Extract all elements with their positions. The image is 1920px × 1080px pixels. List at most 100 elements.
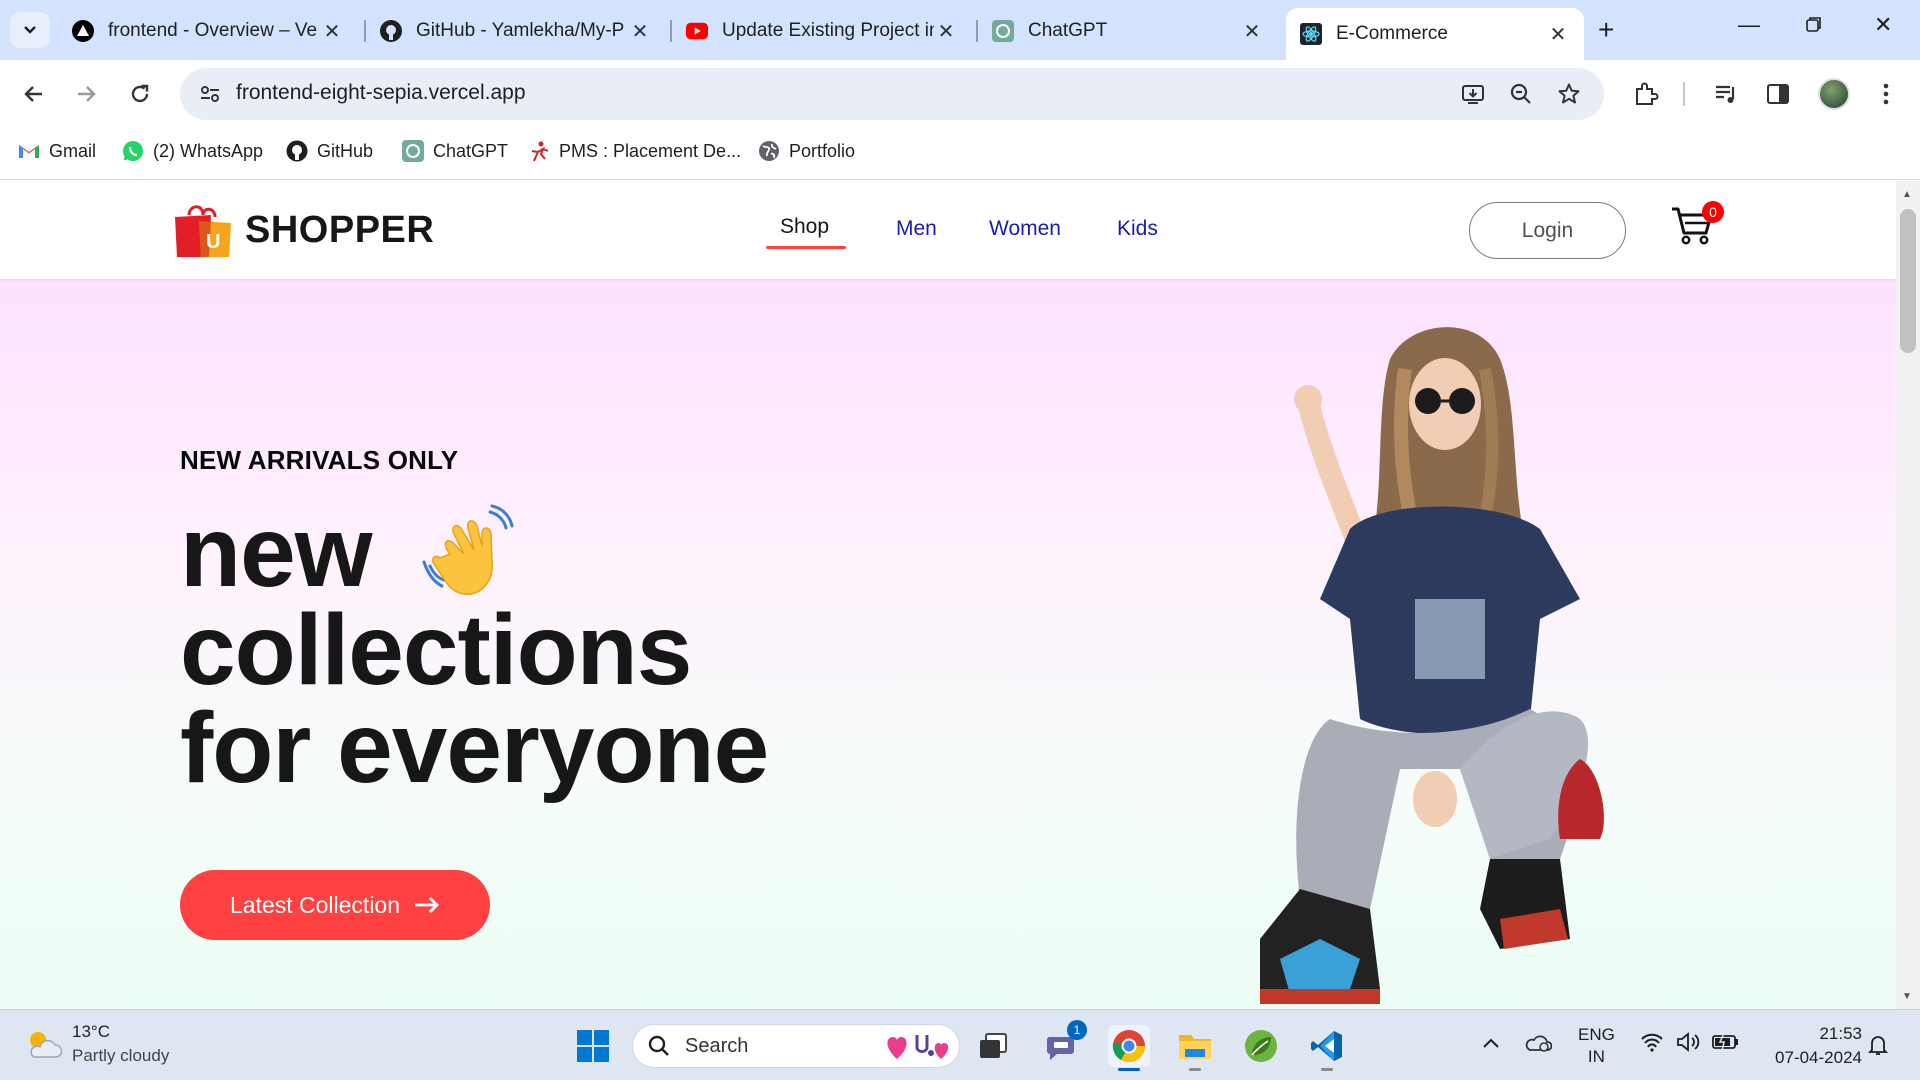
bookmark-label: ChatGPT <box>433 140 509 161</box>
new-tab-button[interactable]: + <box>1598 14 1614 46</box>
address-bar[interactable]: frontend-eight-sepia.vercel.app <box>180 68 1604 120</box>
logo-letter: U <box>206 231 221 253</box>
waving-hand-icon <box>420 504 520 604</box>
close-icon[interactable]: ✕ <box>628 19 652 44</box>
menu-item-men[interactable]: Men <box>896 217 937 241</box>
gmail-icon <box>18 140 40 162</box>
wifi-icon[interactable] <box>1640 1032 1664 1057</box>
bookmark-chatgpt[interactable]: ChatGPT <box>402 140 508 162</box>
close-window-button[interactable]: ✕ <box>1874 12 1892 38</box>
chrome-taskbar-button[interactable] <box>1108 1025 1150 1071</box>
hero-headline-line1: new <box>180 496 372 608</box>
chatgpt-icon <box>402 140 424 162</box>
teams-chat-button[interactable]: 1 <box>1040 1020 1087 1067</box>
media-control-icon[interactable] <box>1712 80 1740 108</box>
tab-title: Update Existing Project in <box>722 20 934 41</box>
youtube-icon <box>686 20 708 42</box>
bookmark-portfolio[interactable]: Portfolio <box>758 140 855 162</box>
tab-github[interactable]: GitHub - Yamlekha/My-P ✕ <box>366 10 666 52</box>
taskbar-search[interactable]: Search <box>632 1024 960 1068</box>
bookmark-whatsapp[interactable]: (2) WhatsApp <box>122 140 263 162</box>
file-explorer-button[interactable] <box>1174 1025 1216 1071</box>
start-button[interactable] <box>572 1025 614 1067</box>
login-button[interactable]: Login <box>1469 202 1626 259</box>
menu-item-shop[interactable]: Shop <box>780 215 829 239</box>
volume-icon[interactable] <box>1676 1032 1702 1057</box>
language-indicator[interactable]: ENG IN <box>1578 1024 1615 1068</box>
pms-icon <box>528 140 550 162</box>
close-icon[interactable]: ✕ <box>1240 19 1264 44</box>
spring-tool-button[interactable] <box>1240 1025 1282 1067</box>
minimize-button[interactable]: — <box>1738 12 1760 38</box>
bookmark-pms[interactable]: PMS : Placement De... <box>528 140 741 162</box>
bookmark-github[interactable]: GitHub <box>286 140 373 162</box>
restore-button[interactable] <box>1806 12 1822 38</box>
region-code: IN <box>1587 1047 1605 1066</box>
scroll-down-icon[interactable]: ▼ <box>1902 991 1912 1002</box>
github-icon <box>286 140 308 162</box>
github-icon <box>380 20 402 42</box>
notification-bell-icon[interactable] <box>1867 1034 1889 1061</box>
hero-eyebrow: NEW ARRIVALS ONLY <box>180 445 459 475</box>
onedrive-icon[interactable] <box>1524 1032 1553 1057</box>
arrow-left-icon <box>24 86 42 102</box>
cta-label: Latest Collection <box>229 891 401 918</box>
reload-button[interactable] <box>124 78 156 110</box>
scroll-up-icon[interactable]: ▲ <box>1902 189 1912 200</box>
weather-widget[interactable]: 13°C Partly cloudy <box>24 1020 169 1068</box>
bookmark-label: Gmail <box>49 140 97 161</box>
close-icon[interactable]: ✕ <box>934 19 958 44</box>
side-panel-icon[interactable] <box>1764 80 1792 108</box>
menu-item-women[interactable]: Women <box>989 217 1061 241</box>
tab-search-button[interactable] <box>10 12 50 48</box>
tab-ecommerce[interactable]: E-Commerce ✕ <box>1286 8 1584 60</box>
bookmark-label: (2) WhatsApp <box>153 140 264 161</box>
tab-vercel[interactable]: frontend - Overview – Ve ✕ <box>58 10 358 52</box>
vscode-button[interactable] <box>1306 1025 1348 1071</box>
site-logo[interactable]: U SHOPPER <box>173 201 434 259</box>
close-icon[interactable]: ✕ <box>1546 22 1570 47</box>
task-view-icon <box>980 1033 1007 1058</box>
bookmark-label: GitHub <box>317 140 374 161</box>
tab-title: ChatGPT <box>1028 20 1108 41</box>
restore-icon <box>1806 17 1821 32</box>
chatgpt-icon <box>992 20 1014 42</box>
shopping-bag-icon: U <box>173 201 233 259</box>
zoom-icon[interactable] <box>1508 81 1534 107</box>
install-app-icon[interactable] <box>1460 81 1486 107</box>
site-info-icon[interactable] <box>198 82 222 111</box>
show-hidden-icons-button[interactable] <box>1482 1034 1500 1054</box>
latest-collection-button[interactable]: Latest Collection <box>180 870 490 940</box>
scroll-thumb[interactable] <box>1900 209 1916 353</box>
tab-chatgpt[interactable]: ChatGPT ✕ <box>978 10 1278 52</box>
search-icon <box>648 1035 669 1056</box>
vercel-icon <box>72 20 94 42</box>
system-clock[interactable]: 21:53 07-04-2024 <box>1762 1022 1862 1070</box>
forward-button[interactable] <box>70 78 102 110</box>
tab-title: E-Commerce <box>1336 23 1448 44</box>
close-icon[interactable]: ✕ <box>320 19 344 44</box>
menu-item-kids[interactable]: Kids <box>1117 217 1158 241</box>
site-navbar: U SHOPPER Shop Men Women Kids Login 0 <box>0 181 1896 279</box>
bookmark-star-icon[interactable] <box>1556 81 1582 107</box>
page-scrollbar[interactable]: ▲ ▼ <box>1896 181 1920 1009</box>
weather-temperature: 13°C <box>72 1022 110 1041</box>
bookmark-gmail[interactable]: Gmail <box>18 140 96 162</box>
bookmark-label: Portfolio <box>789 140 856 161</box>
hero-section: NEW ARRIVALS ONLY new collections for ev… <box>0 279 1896 1009</box>
back-button[interactable] <box>18 78 50 110</box>
battery-icon[interactable] <box>1712 1032 1740 1057</box>
weather-condition: Partly cloudy <box>72 1046 170 1065</box>
profile-avatar[interactable] <box>1818 78 1850 110</box>
extensions-icon[interactable] <box>1632 80 1660 108</box>
partly-cloudy-icon <box>30 1032 62 1058</box>
browser-toolbar: frontend-eight-sepia.vercel.app <box>0 60 1920 128</box>
more-menu-icon[interactable] <box>1872 80 1900 108</box>
tab-youtube[interactable]: Update Existing Project in ✕ <box>672 10 972 52</box>
url-text: frontend-eight-sepia.vercel.app <box>236 81 526 104</box>
active-app-indicator <box>1118 1068 1140 1071</box>
chevron-up-icon <box>1483 1038 1499 1048</box>
language-code: ENG <box>1578 1025 1615 1044</box>
task-view-button[interactable] <box>972 1025 1014 1067</box>
bookmark-label: PMS : Placement De... <box>559 140 742 161</box>
